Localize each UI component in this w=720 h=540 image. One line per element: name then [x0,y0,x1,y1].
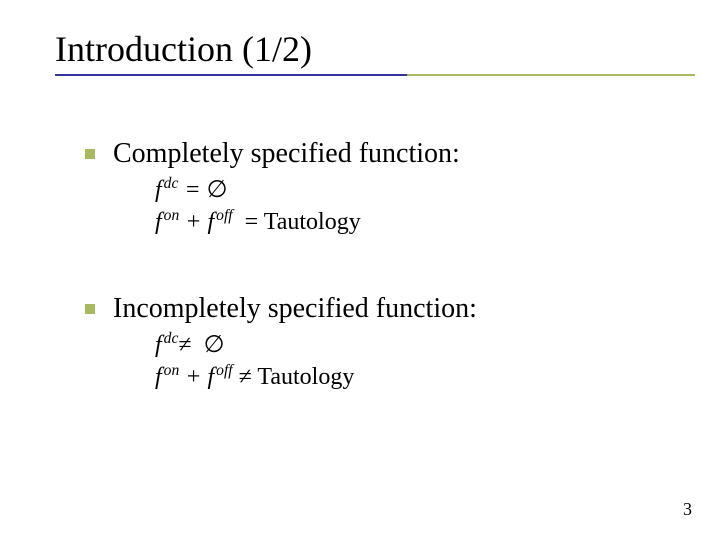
emptyset-symbol: ∅ [207,177,228,203]
plus: + [185,209,201,235]
plus: + [185,364,201,390]
var-f-on: f [155,209,162,235]
superscript-dc: dc [164,330,179,347]
slide-title: Introduction (1/2) [55,28,695,70]
tautology-text: Tautology [257,364,354,390]
not-equals: ≠ [178,332,191,358]
page-number: 3 [683,499,692,520]
slide: Introduction (1/2) Completely specified … [0,0,720,540]
bullet-icon [85,149,95,159]
superscript-dc: dc [164,175,179,192]
bullet-item-2: Incompletely specified function: [85,291,680,326]
bullet-text-2: Incompletely specified function: [113,291,477,326]
bullet-item-1: Completely specified function: [85,136,680,171]
bullet-icon [85,304,95,314]
superscript-on: on [164,362,180,379]
superscript-on: on [164,207,180,224]
var-f: f [155,177,162,203]
title-underline [55,74,695,76]
superscript-off: off [216,362,232,379]
emptyset-symbol: ∅ [204,332,225,358]
superscript-off: off [216,207,232,224]
bullet-text-1: Completely specified function: [113,136,460,171]
equals: = [245,209,259,235]
title-block: Introduction (1/2) [55,28,695,76]
formula-1b: fon + foff = Tautology [155,207,680,237]
slide-body: Completely specified function: fdc = ∅ f… [85,136,680,392]
tautology-text: Tautology [264,209,361,235]
not-equals: ≠ [239,364,252,390]
var-f-off: f [207,364,214,390]
formula-2b: fon + foff ≠ Tautology [155,362,680,392]
var-f: f [155,332,162,358]
equals: = [184,177,200,203]
var-f-off: f [207,209,214,235]
formula-1a: fdc = ∅ [155,175,680,205]
formula-2a: fdc≠ ∅ [155,330,680,360]
var-f-on: f [155,364,162,390]
